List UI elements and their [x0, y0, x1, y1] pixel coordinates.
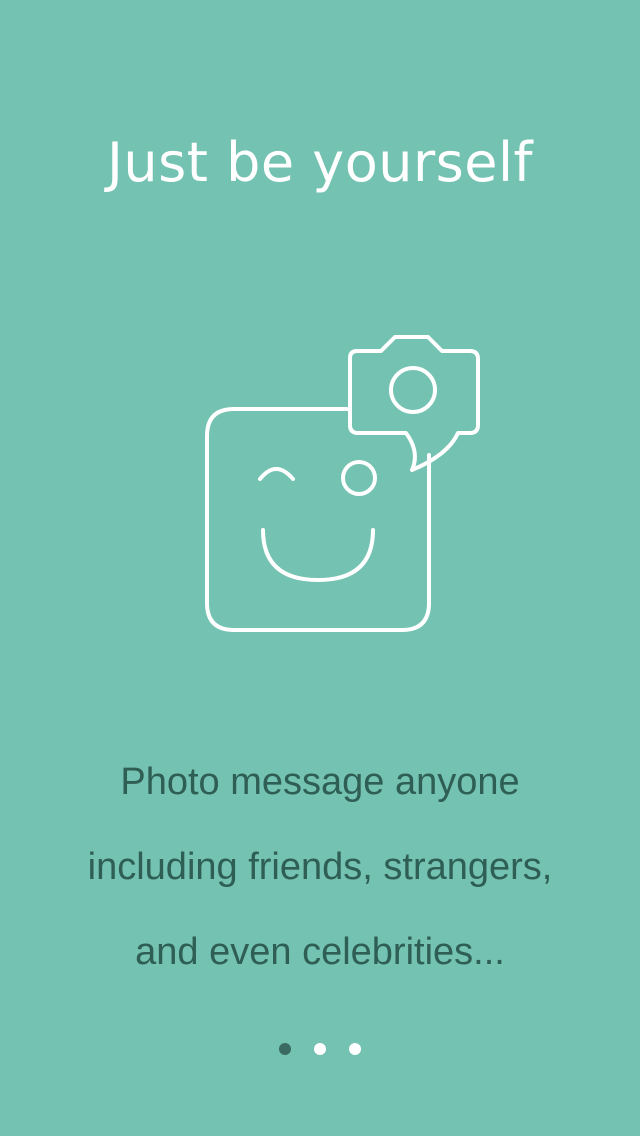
page-dot-1[interactable] [279, 1043, 291, 1055]
description-text: Photo message anyone including friends, … [40, 740, 600, 995]
description-line: and even celebrities... [135, 931, 505, 973]
description-line: including friends, strangers, [87, 846, 553, 888]
description-line: Photo message anyone [120, 761, 520, 803]
page-dot-3[interactable] [349, 1043, 361, 1055]
page-title: Just be yourself [106, 131, 534, 194]
page-dot-2[interactable] [314, 1043, 326, 1055]
camera-speech-bubble-icon [348, 335, 480, 472]
smiley-face-icon [205, 407, 431, 632]
illustration [200, 330, 490, 640]
page-indicator[interactable] [0, 1043, 640, 1057]
